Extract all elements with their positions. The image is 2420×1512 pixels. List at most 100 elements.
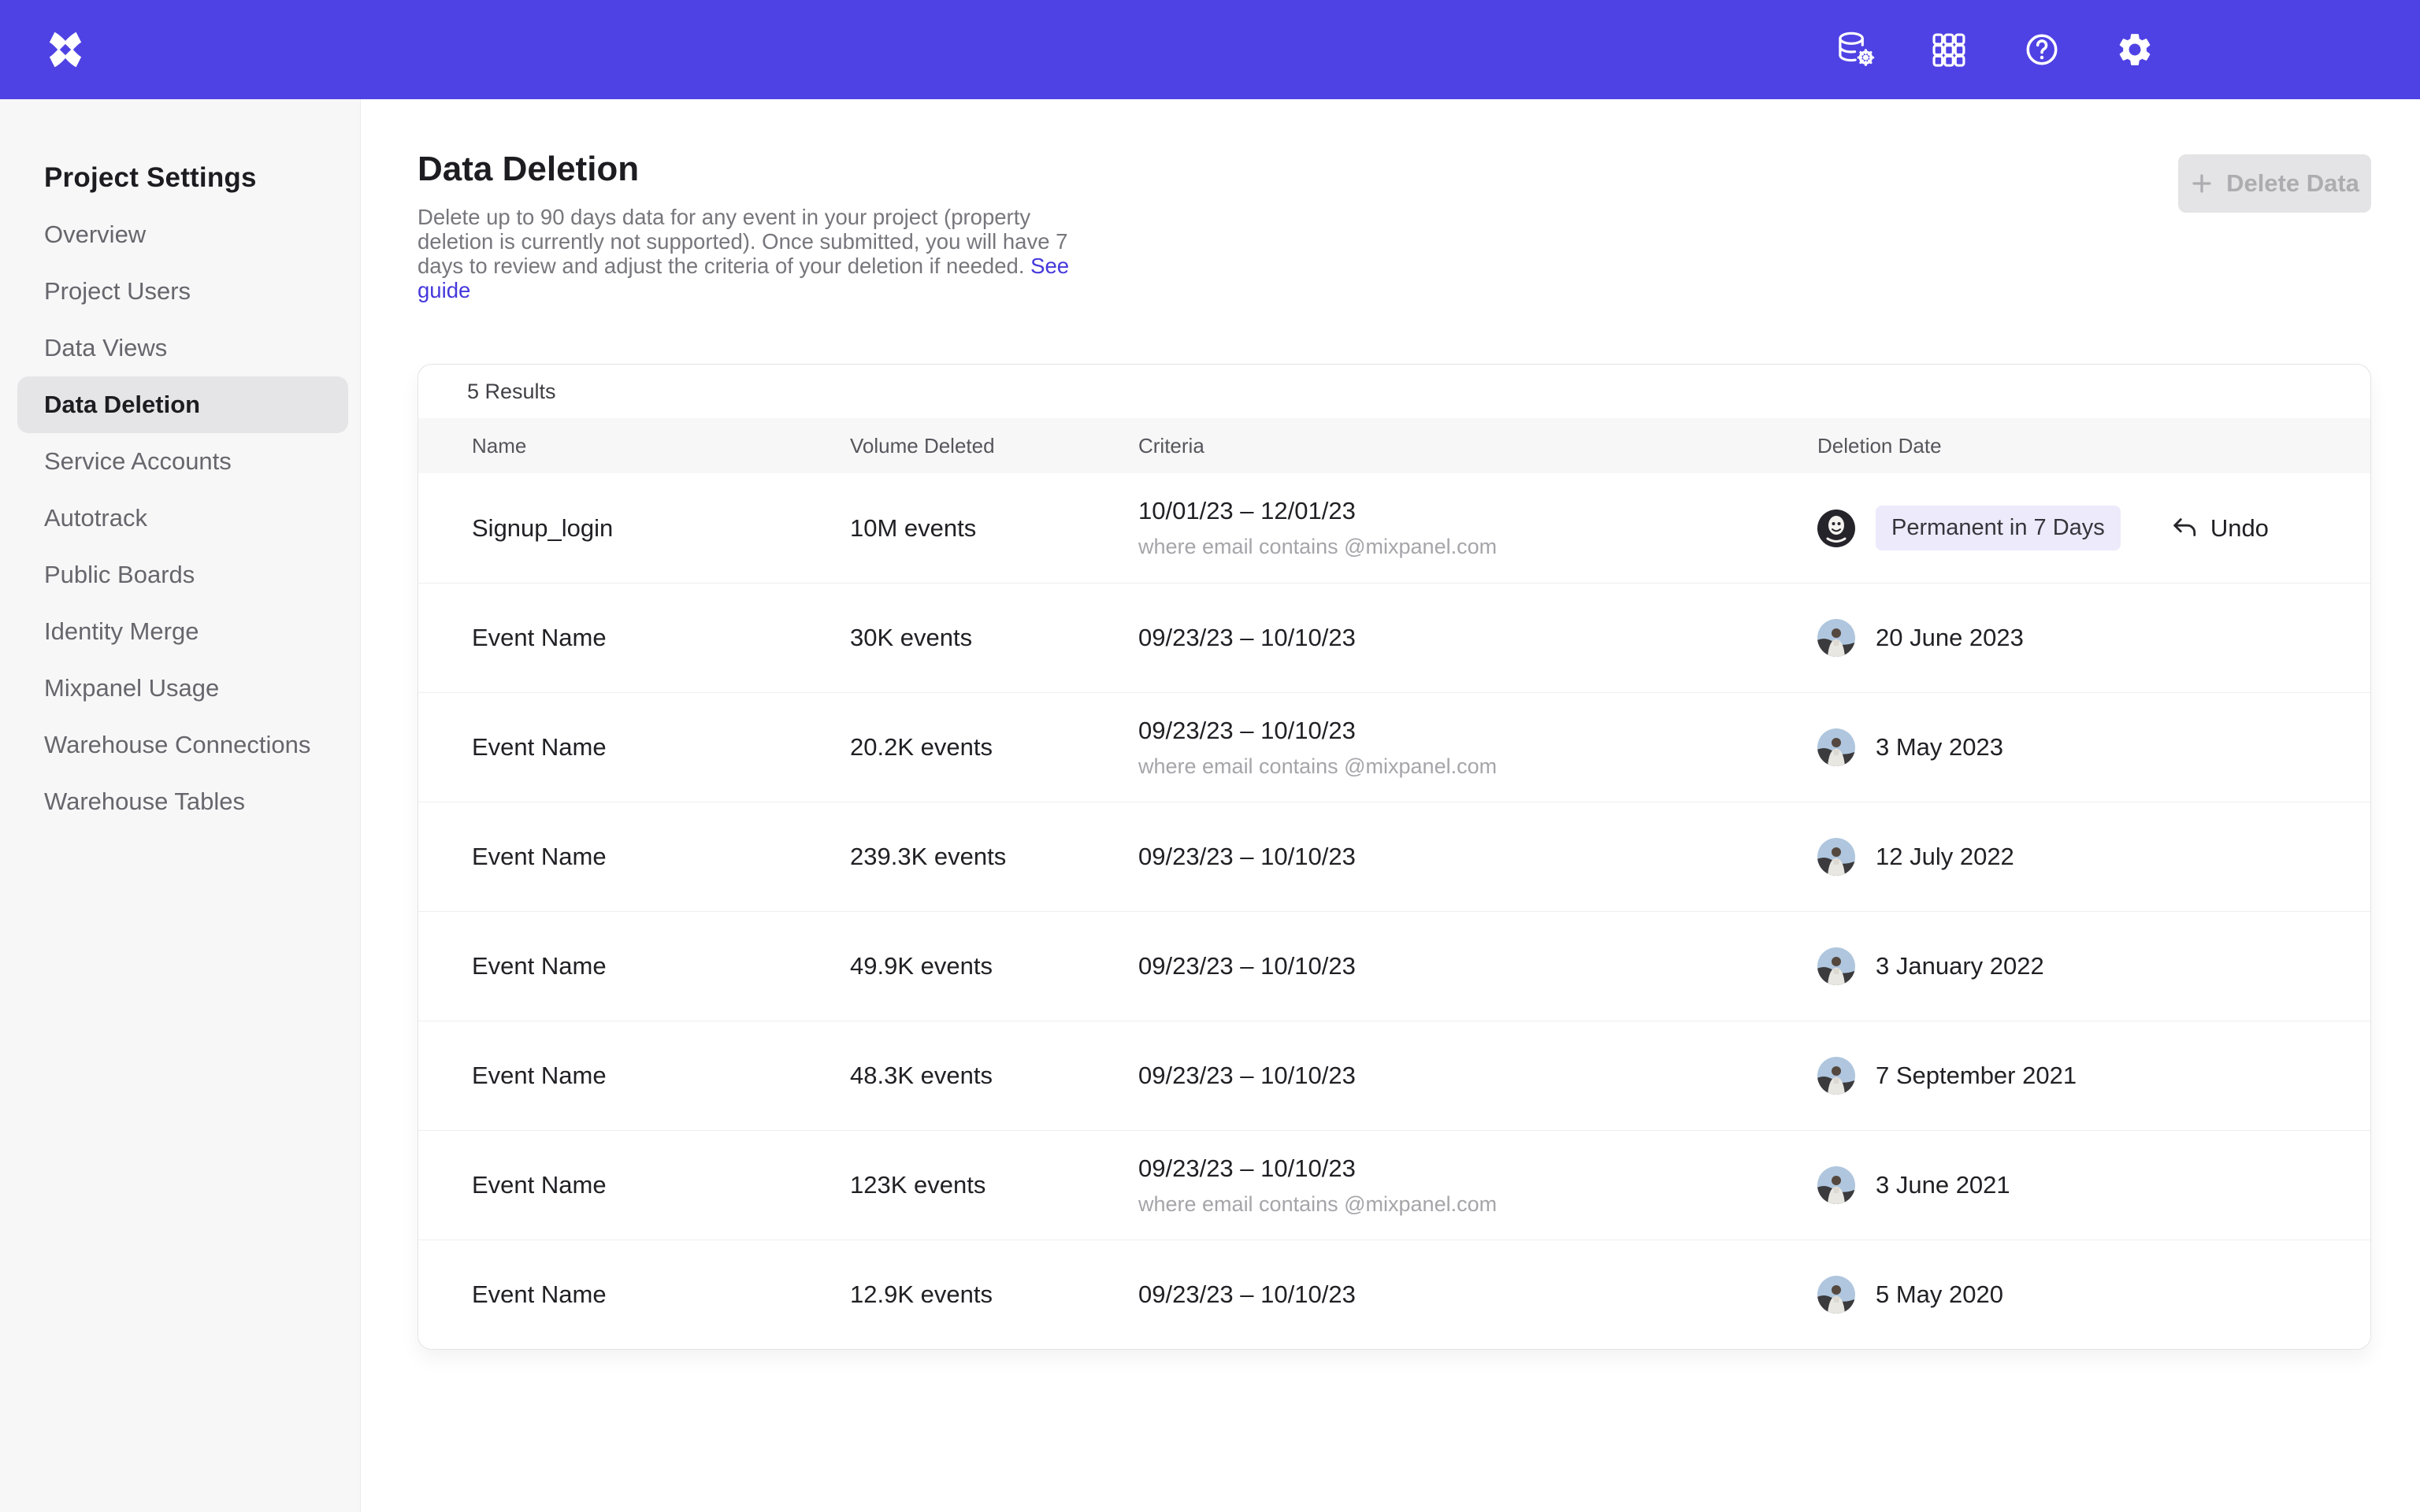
deletion-date-cell: 3 May 2023 [1817,728,2370,766]
main-content: Data Deletion Delete up to 90 days data … [361,99,2420,1350]
deletion-date-cell: 3 January 2022 [1817,947,2370,985]
volume-deleted: 30K events [850,624,1138,652]
deletion-date: 3 January 2022 [1876,952,2044,980]
sidebar-nav: OverviewProject UsersData ViewsData Dele… [0,206,360,830]
criteria-date-range: 09/23/23 – 10/10/23 [1138,1154,1817,1183]
event-name: Signup_login [472,514,850,543]
criteria-filter: where email contains @mixpanel.com [1138,754,1817,779]
event-name: Event Name [472,952,850,980]
table-row: Event Name49.9K events09/23/23 – 10/10/2… [418,911,2370,1021]
deletion-date-cell: 20 June 2023 [1817,619,2370,657]
table-row: Signup_login10M events10/01/23 – 12/01/2… [418,473,2370,583]
sidebar-item-identity-merge[interactable]: Identity Merge [17,603,348,660]
event-name: Event Name [472,733,850,762]
sidebar-item-service-accounts[interactable]: Service Accounts [17,433,348,490]
deletion-date: 20 June 2023 [1876,624,2024,652]
page-header: Data Deletion Delete up to 90 days data … [418,150,2371,302]
criteria-date-range: 09/23/23 – 10/10/23 [1138,717,1817,745]
user-avatar [1817,1276,1855,1314]
criteria: 09/23/23 – 10/10/23 [1138,624,1817,652]
topbar-icon-group [1835,29,2155,70]
user-avatar [1817,619,1855,657]
criteria: 09/23/23 – 10/10/23 where email contains … [1138,717,1817,779]
sidebar-item-data-deletion[interactable]: Data Deletion [17,376,348,433]
undo-label: Undo [2210,514,2269,543]
event-name: Event Name [472,1280,850,1309]
status-badge: Permanent in 7 Days [1876,506,2121,550]
table-row: Event Name20.2K events09/23/23 – 10/10/2… [418,692,2370,802]
deletion-date: 3 June 2021 [1876,1171,2010,1199]
sidebar-item-warehouse-connections[interactable]: Warehouse Connections [17,717,348,773]
settings-icon[interactable] [2114,29,2155,70]
plus-icon [2190,172,2214,195]
sidebar-item-mixpanel-usage[interactable]: Mixpanel Usage [17,660,348,717]
undo-button[interactable]: Undo [2171,514,2269,543]
sidebar-item-data-views[interactable]: Data Views [17,320,348,376]
criteria-filter: where email contains @mixpanel.com [1138,1192,1817,1217]
table-body: Signup_login10M events10/01/23 – 12/01/2… [418,473,2370,1349]
column-header-name: Name [472,434,850,458]
delete-data-button-label: Delete Data [2226,169,2359,198]
event-name: Event Name [472,1062,850,1090]
deletion-date-cell: 7 September 2021 [1817,1057,2370,1095]
apps-grid-icon[interactable] [1928,29,1969,70]
volume-deleted: 123K events [850,1171,1138,1199]
results-count: 5 Results [418,365,2370,418]
data-management-icon[interactable] [1835,29,1876,70]
undo-icon [2171,515,2198,542]
volume-deleted: 12.9K events [850,1280,1138,1309]
user-avatar [1817,1057,1855,1095]
criteria: 09/23/23 – 10/10/23 [1138,1062,1817,1090]
table-row: Event Name239.3K events09/23/23 – 10/10/… [418,802,2370,911]
sidebar: Project Settings OverviewProject UsersDa… [0,99,361,1512]
volume-deleted: 10M events [850,514,1138,543]
criteria-date-range: 09/23/23 – 10/10/23 [1138,624,1817,652]
volume-deleted: 239.3K events [850,843,1138,871]
volume-deleted: 48.3K events [850,1062,1138,1090]
page-description-text: Delete up to 90 days data for any event … [418,205,1067,278]
deletion-date-cell: 5 May 2020 [1817,1276,2370,1314]
criteria-date-range: 10/01/23 – 12/01/23 [1138,497,1817,525]
criteria: 10/01/23 – 12/01/23 where email contains … [1138,497,1817,559]
help-icon[interactable] [2021,29,2062,70]
deletion-table-card: 5 Results NameVolume DeletedCriteriaDele… [418,364,2371,1350]
sidebar-item-overview[interactable]: Overview [17,206,348,263]
volume-deleted: 49.9K events [850,952,1138,980]
column-header-volume-deleted: Volume Deleted [850,434,1138,458]
criteria-filter: where email contains @mixpanel.com [1138,535,1817,559]
criteria-date-range: 09/23/23 – 10/10/23 [1138,1280,1817,1309]
table-header-row: NameVolume DeletedCriteriaDeletion Date [418,418,2370,473]
sidebar-item-public-boards[interactable]: Public Boards [17,547,348,603]
deletion-date: 3 May 2023 [1876,733,2003,762]
table-row: Event Name12.9K events09/23/23 – 10/10/2… [418,1240,2370,1349]
topbar [0,0,2420,99]
sidebar-item-autotrack[interactable]: Autotrack [17,490,348,547]
user-avatar [1817,838,1855,876]
sidebar-heading: Project Settings [44,162,360,194]
user-avatar [1817,510,1855,547]
table-row: Event Name123K events09/23/23 – 10/10/23… [418,1130,2370,1240]
deletion-date: 5 May 2020 [1876,1280,2003,1309]
deletion-date-cell: Permanent in 7 Days Undo [1817,506,2370,550]
user-avatar [1817,728,1855,766]
user-avatar [1817,1166,1855,1204]
event-name: Event Name [472,843,850,871]
column-header-deletion-date: Deletion Date [1817,434,2370,458]
criteria-date-range: 09/23/23 – 10/10/23 [1138,952,1817,980]
criteria: 09/23/23 – 10/10/23 [1138,843,1817,871]
table-row: Event Name48.3K events09/23/23 – 10/10/2… [418,1021,2370,1130]
page-title: Data Deletion [418,150,1111,189]
page-description: Delete up to 90 days data for any event … [418,205,1111,302]
user-avatar [1817,947,1855,985]
table-row: Event Name30K events09/23/23 – 10/10/232… [418,583,2370,692]
deletion-date: 7 September 2021 [1876,1062,2077,1090]
mixpanel-logo-icon[interactable] [44,28,87,71]
criteria: 09/23/23 – 10/10/23 [1138,1280,1817,1309]
delete-data-button[interactable]: Delete Data [2178,154,2371,213]
sidebar-item-project-users[interactable]: Project Users [17,263,348,320]
criteria: 09/23/23 – 10/10/23 [1138,952,1817,980]
column-header-criteria: Criteria [1138,434,1817,458]
event-name: Event Name [472,1171,850,1199]
criteria-date-range: 09/23/23 – 10/10/23 [1138,1062,1817,1090]
sidebar-item-warehouse-tables[interactable]: Warehouse Tables [17,773,348,830]
